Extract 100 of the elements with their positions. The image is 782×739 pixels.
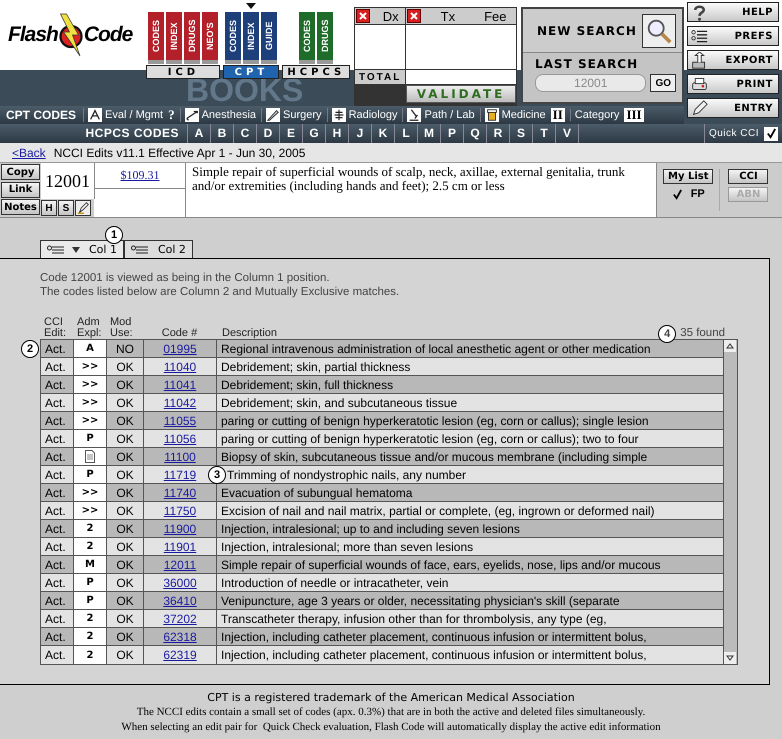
table-cell: Excision of nail and nail matrix, partial or complete, (eg, ingrown or deformed nail) [217,502,723,519]
table-cell: OK [107,610,144,627]
table-cell: Act. [41,556,74,573]
total-label: TOTAL [355,70,406,84]
table-cell: Act. [41,466,74,483]
table-cell: Act. [41,376,74,393]
cci-button[interactable]: CCI [728,169,768,184]
category-link[interactable]: Surgery [261,108,322,122]
column-header: Fee [483,8,508,24]
book-spine[interactable]: CODES [225,12,242,64]
table-cell: Act. [41,412,74,429]
quick-cci-label: Quick CCI [708,128,759,139]
table-cell: OK [107,466,144,483]
book-spine[interactable]: CODES [299,12,316,64]
category-button[interactable]: III [624,108,644,122]
toolbar-button[interactable]: EXPORT [687,50,779,70]
book-group-tab[interactable]: ICD [146,65,220,79]
category-link[interactable]: Eval / Mgmt [83,108,164,122]
edits-title: NCCI Edits v11.1 Effective Apr 1 - Jun 30, 2005 [54,146,306,160]
small-button[interactable]: H [41,200,57,216]
callout-number: 4 [658,325,676,343]
category-link[interactable]: Path / Lab [402,108,475,122]
table-cell: Act. [41,448,74,465]
book-group-tab[interactable]: CPT [223,65,280,79]
dx-list [355,25,406,69]
table-cell: NO [107,340,144,357]
fp-label: FP [690,188,705,200]
callout-number: 3 [208,466,226,484]
book-spine[interactable]: INDEX [166,12,182,64]
table-cell: paring or cutting of benign hyperkeratotic lesion (eg, corn or callus); two to four [217,430,723,447]
column-header: Description [221,328,278,339]
action-button[interactable]: Notes [1,199,40,216]
book-spine[interactable]: GUIDE [261,12,278,64]
my-list-button[interactable]: My List [663,169,714,184]
table-cell: Biopsy of skin, subcutaneous tissue and/or mucous membrane (including simple [217,448,723,465]
table-cell: paring or cutting of benign hyperkeratotic lesion (eg, corn or callus); single lesion [217,412,723,429]
action-button[interactable]: Copy [1,164,40,180]
toolbar-button[interactable]: HELP [687,2,779,22]
table-cell: Act. [41,358,74,375]
logo-text: Code [84,23,132,47]
table-cell: Act. [41,538,74,555]
table-cell: Act. [41,574,74,591]
table-cell: Transcatheter therapy, infusion other than for thrombolysis, any type (eg, [217,610,723,627]
toolbar-button[interactable]: PREFS [687,26,779,46]
small-button[interactable]: S [58,200,74,216]
checkmark-icon[interactable] [672,188,683,200]
table-cell: OK [107,484,144,501]
search-button[interactable] [642,14,676,48]
book-spine[interactable]: CODES [148,12,164,64]
fee-link[interactable]: $109.31 [120,168,160,183]
category-button[interactable]: ? [168,107,175,123]
book-spine[interactable]: INDEX [243,12,260,64]
table-cell: OK [107,574,144,591]
toolbar-button[interactable]: PRINT [687,74,779,94]
table-cell: OK [107,430,144,447]
table-cell: OK [107,628,144,645]
trademark-text: CPT is a registered trademark of the American Medical Association [206,690,576,705]
table-cell: Introduction of needle or intracatheter, vein [217,574,723,591]
table-cell: OK [107,376,144,393]
table-cell: Act. [41,610,74,627]
category-button[interactable]: II [550,108,565,122]
table-cell: OK [107,556,144,573]
scrollbar[interactable] [723,340,737,664]
close-icon[interactable] [356,9,370,23]
table-cell: OK [107,394,144,411]
toolbar-button[interactable]: ENTRY [687,98,779,118]
category-link[interactable]: Medicine [480,108,546,122]
close-icon[interactable] [407,9,422,23]
pencil-note-icon[interactable] [75,200,91,216]
table-cell: Act. [41,394,74,411]
intro-text: The codes listed below are Column 2 and Mutually Exclusive matches. [40,285,400,299]
category-link[interactable]: Category [570,109,620,121]
action-button[interactable]: Link [1,182,40,198]
column-tab[interactable]: Col 2 [124,240,193,258]
back-link[interactable]: <Back [12,146,46,160]
column-tab[interactable]: Col 1 [40,240,124,258]
logo-text: Flash [8,23,58,47]
table-cell: Regional intravenous administration of local anesthetic agent or other medication [217,340,723,357]
category-link[interactable]: Anesthesia [180,108,256,122]
category-link[interactable]: Radiology [326,108,398,122]
scroll-down-icon[interactable] [724,652,736,664]
table-cell: Simple repair of superficial wounds of face, ears, eyelids, nose, lips and/or mucous [217,556,723,573]
pencil-icon [691,100,708,116]
column-header: CCI Edit: [43,317,68,339]
table-cell: Evacuation of subungual hematoma [217,484,723,501]
printer-icon [691,76,708,92]
book-group-tab[interactable]: HCPCS [282,65,350,79]
list-icon [691,28,708,44]
table-cell: OK [107,646,144,664]
validate-button[interactable]: VALIDATE [406,85,516,103]
book-spine[interactable]: DRUGS [317,12,334,64]
results-count: 35 found [680,327,725,339]
scroll-up-icon[interactable] [724,340,736,352]
book-spine[interactable]: NEO'S [202,12,218,64]
table-cell: Act. [41,502,74,519]
book-spine[interactable]: DRUGS [184,12,200,64]
cpt-codes-title: CPT CODES [6,108,76,122]
quick-cci-checkbox[interactable] [764,126,778,140]
go-button[interactable]: GO [650,74,676,92]
last-search-label: LAST SEARCH [535,57,638,71]
